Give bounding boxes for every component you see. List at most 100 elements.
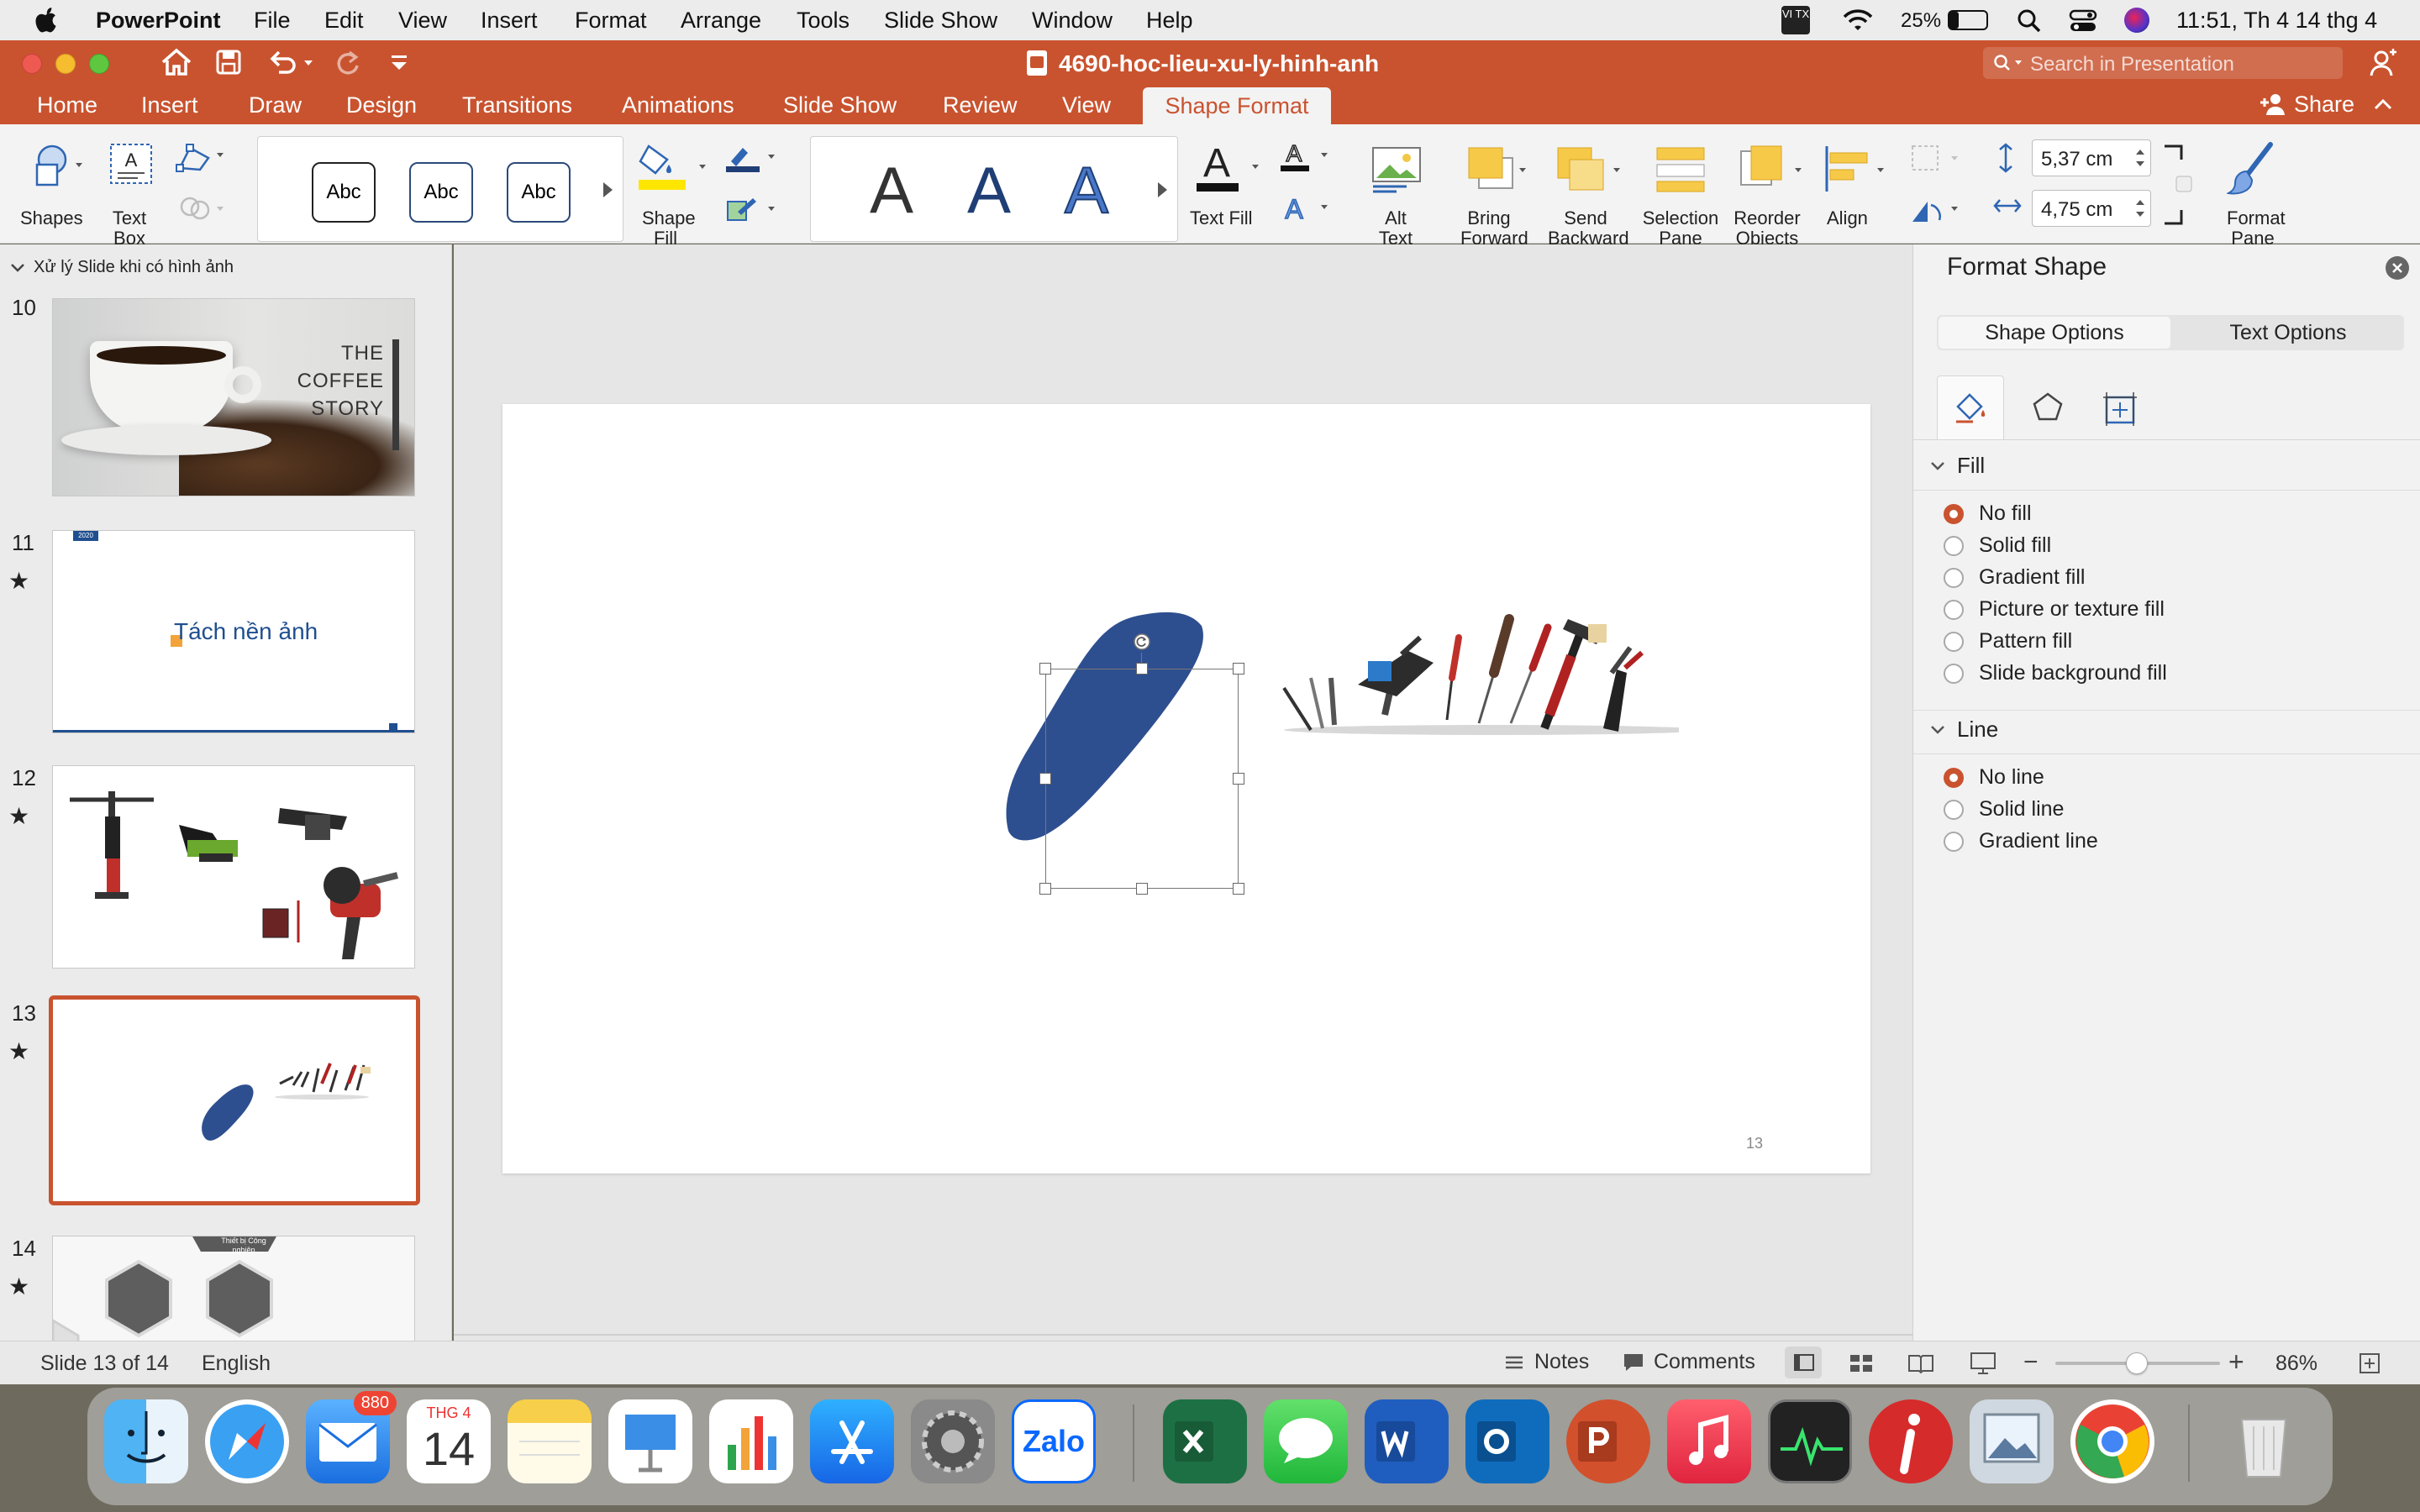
slide-thumbnail-12[interactable]	[52, 765, 415, 969]
app-store-icon[interactable]	[810, 1399, 894, 1483]
resize-handle-n[interactable]	[1136, 663, 1148, 675]
section-header[interactable]: Xử lý Slide khi có hình ảnh	[10, 258, 234, 277]
zoom-out-button[interactable]: −	[2023, 1348, 2039, 1377]
tab-draw[interactable]: Draw	[249, 92, 302, 118]
control-center-icon[interactable]	[2069, 8, 2097, 34]
menu-arrange[interactable]: Arrange	[681, 8, 761, 34]
bring-forward-button[interactable]: Bring Forward	[1455, 136, 1539, 249]
mail-icon[interactable]: 880	[306, 1391, 397, 1483]
chrome-icon[interactable]	[2070, 1399, 2154, 1483]
search-presentation-field[interactable]: Search in Presentation	[1983, 47, 2343, 79]
account-icon[interactable]	[2370, 49, 2398, 77]
text-box-button[interactable]: A Text Box	[99, 136, 160, 249]
text-fill-button[interactable]: A Text Fill	[1185, 136, 1269, 242]
fill-option-pattern-fill[interactable]: Pattern fill	[1944, 629, 2072, 654]
close-pane-button[interactable]	[2386, 256, 2409, 280]
menu-view[interactable]: View	[398, 8, 447, 34]
lock-aspect-ratio-icon[interactable]	[2161, 144, 2195, 225]
slide-thumbnail-11[interactable]: 2020 Tách nền ảnh	[52, 530, 415, 733]
radio-solid-fill[interactable]	[1944, 535, 1964, 556]
menu-insert[interactable]: Insert	[481, 8, 538, 34]
tab-insert[interactable]: Insert	[141, 92, 198, 118]
trash-icon[interactable]	[2222, 1399, 2306, 1483]
fill-option-gradient-fill[interactable]: Gradient fill	[1944, 565, 2085, 590]
zoom-level[interactable]: 86%	[2275, 1352, 2317, 1376]
shape-style-2[interactable]: Abc	[409, 162, 473, 223]
menu-edit[interactable]: Edit	[324, 8, 364, 34]
excel-icon[interactable]	[1163, 1399, 1247, 1483]
effects-tab[interactable]	[2014, 375, 2081, 439]
rotate-handle-icon[interactable]	[1133, 633, 1151, 651]
line-section-header[interactable]: Line	[1930, 717, 1998, 743]
shape-fill-button[interactable]: Shape Fill	[632, 136, 713, 249]
notes-divider[interactable]	[454, 1334, 1912, 1336]
radio-no-fill[interactable]	[1944, 503, 1964, 524]
input-method-icon[interactable]: VI TX	[1781, 6, 1810, 34]
fill-option-solid-fill[interactable]: Solid fill	[1944, 533, 2051, 558]
text-effects-icon[interactable]: A	[1276, 192, 1334, 227]
save-icon[interactable]	[215, 49, 242, 76]
customize-toolbar-icon[interactable]	[388, 54, 410, 72]
presenter-view-icon[interactable]	[1970, 1352, 1996, 1375]
tab-text-options[interactable]: Text Options	[2174, 317, 2402, 349]
close-window-button[interactable]	[22, 54, 42, 74]
shape-style-1[interactable]: Abc	[312, 162, 376, 223]
zoom-slider-thumb[interactable]	[2126, 1352, 2148, 1374]
selection-pane-button[interactable]: Selection Pane	[1640, 136, 1721, 249]
send-backward-button[interactable]: Send Backward	[1548, 136, 1632, 249]
finder-icon[interactable]	[104, 1399, 188, 1483]
messages-icon[interactable]	[1264, 1399, 1348, 1483]
wordart-style-3[interactable]: A	[1064, 152, 1109, 228]
fill-option-slide-background-fill[interactable]: Slide background fill	[1944, 661, 2167, 685]
line-option-gradient-line[interactable]: Gradient line	[1944, 829, 2098, 853]
tab-view[interactable]: View	[1062, 92, 1111, 118]
shape-outline-icon[interactable]	[723, 141, 781, 175]
width-field[interactable]: 4,75 cm	[2032, 190, 2151, 227]
wifi-icon[interactable]	[1842, 8, 1874, 32]
normal-view-button[interactable]	[1785, 1347, 1822, 1378]
language-indicator[interactable]: English	[202, 1352, 271, 1376]
radio-gradient-line[interactable]	[1944, 831, 1964, 852]
menu-window[interactable]: Window	[1032, 8, 1113, 34]
slide-canvas[interactable]: 13	[502, 404, 1870, 1173]
menu-format[interactable]: Format	[575, 8, 647, 34]
tools-image[interactable]	[1259, 564, 1679, 757]
powerpoint-icon[interactable]	[1566, 1399, 1650, 1483]
shape-style-3[interactable]: Abc	[507, 162, 571, 223]
shape-effects-icon[interactable]	[723, 193, 781, 227]
fill-option-picture-fill[interactable]: Picture or texture fill	[1944, 597, 2165, 622]
apple-icon[interactable]	[34, 7, 59, 34]
system-preferences-icon[interactable]	[911, 1399, 995, 1483]
resize-handle-w[interactable]	[1039, 773, 1051, 785]
line-option-no-line[interactable]: No line	[1944, 765, 2044, 790]
fit-to-window-icon[interactable]	[2358, 1352, 2381, 1375]
siri-icon[interactable]	[2124, 8, 2149, 33]
comments-button[interactable]: Comments	[1622, 1350, 1755, 1374]
line-option-solid-line[interactable]: Solid line	[1944, 797, 2064, 822]
collapse-ribbon-icon[interactable]	[2373, 97, 2393, 111]
reorder-objects-button[interactable]: Reorder Objects	[1729, 136, 1813, 249]
search-icon[interactable]	[2017, 8, 2042, 34]
zoom-in-button[interactable]: +	[2228, 1347, 2244, 1378]
home-icon[interactable]	[160, 47, 193, 77]
radio-slide-background-fill[interactable]	[1944, 663, 1964, 684]
edit-shape-icon[interactable]	[175, 141, 229, 175]
align-button[interactable]: Align	[1818, 136, 1894, 242]
tab-transitions[interactable]: Transitions	[462, 92, 572, 118]
fill-section-header[interactable]: Fill	[1930, 453, 1985, 479]
radio-pattern-fill[interactable]	[1944, 631, 1964, 652]
safari-icon[interactable]	[205, 1399, 289, 1483]
tab-review[interactable]: Review	[943, 92, 1018, 118]
wordart-style-2[interactable]: A	[967, 152, 1011, 228]
width-stepper-icon[interactable]	[2133, 196, 2147, 221]
battery-icon[interactable]	[1948, 10, 1988, 30]
gallery-more-arrow-icon[interactable]	[601, 181, 614, 199]
slide-sorter-icon[interactable]	[1849, 1353, 1874, 1373]
fill-option-no-fill[interactable]: No fill	[1944, 501, 2032, 526]
height-stepper-icon[interactable]	[2133, 145, 2147, 171]
share-button[interactable]: Share	[2259, 89, 2354, 119]
calendar-icon[interactable]: THG 4 14	[407, 1399, 491, 1483]
minimize-window-button[interactable]	[55, 54, 76, 74]
tab-slide-show[interactable]: Slide Show	[783, 92, 897, 118]
resize-handle-se[interactable]	[1233, 883, 1244, 895]
